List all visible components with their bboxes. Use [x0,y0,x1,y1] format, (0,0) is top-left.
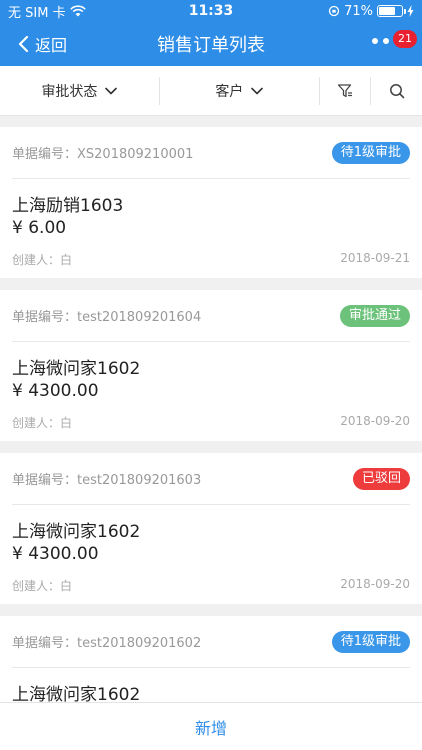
battery-percent: 71% [344,3,373,19]
creator-label: 创建人：白 [12,253,73,267]
customer-filter-label: 客户 [215,83,244,100]
customer-name: 上海微问家1602 [12,359,141,379]
order-date: 2018-09-20 [340,414,410,428]
status-filter-label: 审批状态 [41,83,98,100]
order-card-header: 单据编号：test201809201604 审批通过 [12,290,410,342]
status-bar: 无 SIM 卡 11:33 71% [0,0,422,22]
order-number: 单据编号：test201809201602 [12,636,202,651]
order-number: 单据编号：test201809201604 [12,310,202,325]
battery-icon [377,5,406,17]
status-badge: 待1级审批 [331,141,410,164]
carrier-label: 无 SIM 卡 [8,5,66,21]
order-amount: ¥ 4300.00 [12,544,99,564]
chevron-down-icon [105,87,118,94]
order-number: 单据编号：XS201809210001 [12,147,194,162]
creator-label: 创建人：白 [12,416,73,430]
customer-name: 上海励销1603 [12,196,124,216]
orientation-lock-icon [328,5,340,17]
status-badge: 已驳回 [352,467,410,490]
order-number: 单据编号：test201809201603 [12,473,202,488]
search-button[interactable] [371,66,422,116]
order-card[interactable]: 单据编号：test201809201604 审批通过 上海微问家1602 ¥ 4… [0,290,422,441]
more-dot-icon [372,38,378,44]
customer-filter-dropdown[interactable]: 客户 [160,66,319,116]
notification-badge: 21 [393,30,417,48]
order-card[interactable]: 单据编号：test201809201603 已驳回 上海微问家1602 ¥ 43… [0,453,422,604]
advanced-filter-button[interactable] [320,66,371,116]
status-filter-dropdown[interactable]: 审批状态 [0,66,159,116]
back-button[interactable]: 返回 [18,22,67,66]
more-dot-icon [383,38,389,44]
order-amount: ¥ 4300.00 [12,381,99,401]
charging-icon [407,5,414,17]
order-card-header: 单据编号：test201809201602 待1级审批 [12,616,410,668]
back-label: 返回 [35,36,68,55]
status-right: 71% [264,4,414,19]
status-left: 无 SIM 卡 [8,2,158,21]
filter-bar: 审批状态 客户 [0,66,422,116]
status-badge: 待1级审批 [331,630,410,653]
order-date: 2018-09-20 [340,577,410,591]
wifi-icon [69,5,86,17]
add-button[interactable]: 新增 [195,715,227,739]
order-card-header: 单据编号：test201809201603 已驳回 [12,453,410,505]
search-icon [389,83,405,98]
chevron-down-icon [251,87,264,94]
chevron-left-icon [18,35,29,53]
filter-icon [337,83,353,97]
nav-bar: 返回 销售订单列表 21 [0,22,422,66]
clock: 11:33 [188,3,234,19]
creator-label: 创建人：白 [12,579,73,593]
order-card-header: 单据编号：XS201809210001 待1级审批 [12,127,410,179]
order-amount: ¥ 6.00 [12,218,67,238]
order-date: 2018-09-21 [340,251,410,265]
status-badge: 审批通过 [339,304,410,327]
bottom-bar: 新增 [0,702,422,750]
order-card[interactable]: 单据编号：XS201809210001 待1级审批 上海励销1603 ¥ 6.0… [0,127,422,278]
customer-name: 上海微问家1602 [12,522,141,542]
battery-fill [379,7,395,15]
